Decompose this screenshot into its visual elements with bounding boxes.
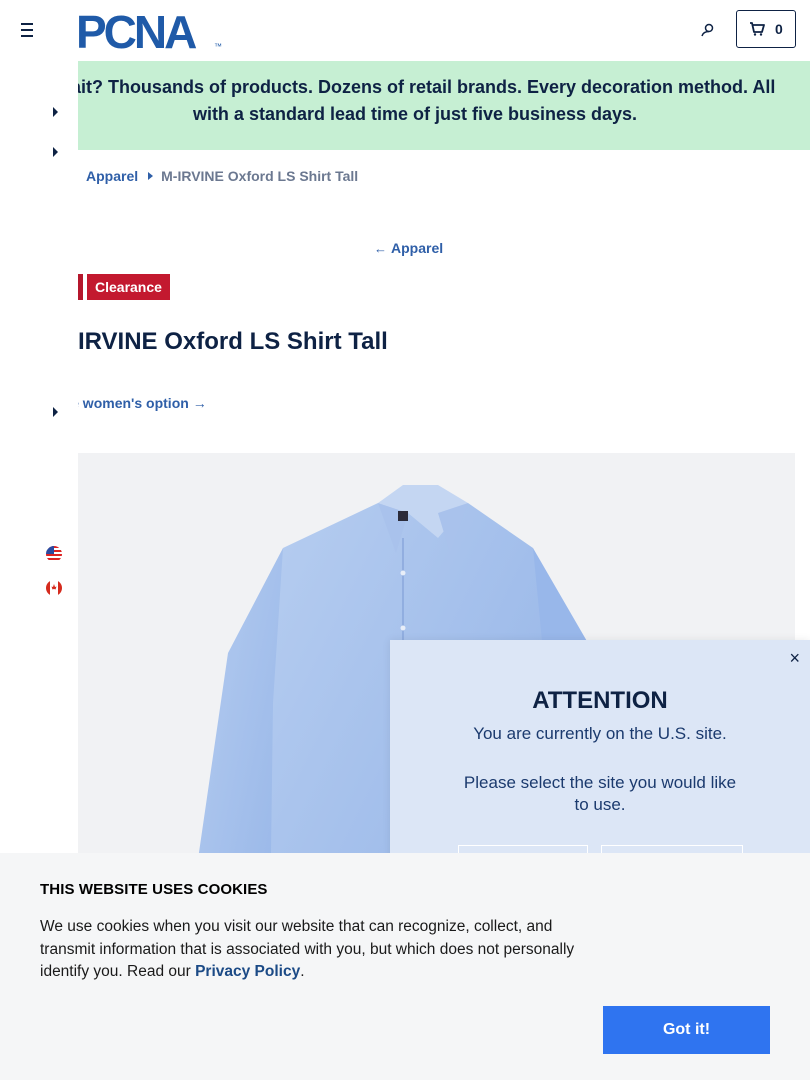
clearance-badge: Clearance <box>87 274 170 300</box>
breadcrumb-current: M-IRVINE Oxford LS Shirt Tall <box>161 168 359 184</box>
cart-icon <box>750 22 765 36</box>
modal-select-prompt: Please select the site you would like to… <box>463 773 737 814</box>
us-flag-icon[interactable] <box>46 546 62 562</box>
pcna-logo[interactable]: PCNA ™ <box>76 6 226 58</box>
cookie-body: We use cookies when you visit our websit… <box>40 916 610 984</box>
site-select-modal: × ATTENTION You are currently on the U.S… <box>390 640 810 880</box>
privacy-policy-link[interactable]: Privacy Policy <box>195 963 300 980</box>
canada-flag-icon[interactable] <box>46 580 62 596</box>
breadcrumb-apparel-link[interactable]: Apparel <box>86 168 138 184</box>
promo-banner: Wait? Thousands of products. Dozens of r… <box>0 61 810 150</box>
breadcrumb: Apparel M-IRVINE Oxford LS Shirt Tall <box>86 168 358 184</box>
cookie-body-period: . <box>300 963 305 980</box>
modal-title: ATTENTION <box>532 687 668 714</box>
breadcrumb-chevron-icon <box>148 172 154 180</box>
modal-current-site-text: You are currently on the U.S. site. <box>473 724 727 743</box>
cookie-title: THIS WEBSITE USES COOKIES <box>40 881 268 898</box>
rail-expand-arrow-icon[interactable] <box>53 107 58 117</box>
cart-count: 0 <box>775 21 783 37</box>
svg-text:™: ™ <box>214 42 222 51</box>
badge-edge <box>78 274 83 300</box>
rail-expand-arrow-icon[interactable] <box>53 147 58 157</box>
svg-text:PCNA: PCNA <box>76 8 196 54</box>
arrow-right-icon: → <box>192 395 207 411</box>
accept-cookies-button[interactable]: Got it! <box>603 1006 770 1054</box>
site-header: PCNA ™ 0 <box>0 0 810 61</box>
cookie-body-text: We use cookies when you visit our websit… <box>40 918 575 980</box>
cart-button[interactable]: 0 <box>736 10 796 48</box>
rail-expand-arrow-icon[interactable] <box>53 407 58 417</box>
back-link-label: Apparel <box>391 240 444 256</box>
product-title: M-IRVINE Oxford LS Shirt Tall <box>50 328 388 355</box>
menu-icon[interactable] <box>18 20 38 40</box>
cookie-banner: THIS WEBSITE USES COOKIES We use cookies… <box>0 853 810 1080</box>
arrow-left-icon: ← <box>374 241 387 256</box>
account-icon[interactable] <box>696 19 720 43</box>
close-icon[interactable]: × <box>789 648 800 669</box>
back-to-apparel-link[interactable]: ← Apparel <box>374 240 443 256</box>
promo-text: Wait? Thousands of products. Dozens of r… <box>54 77 776 124</box>
